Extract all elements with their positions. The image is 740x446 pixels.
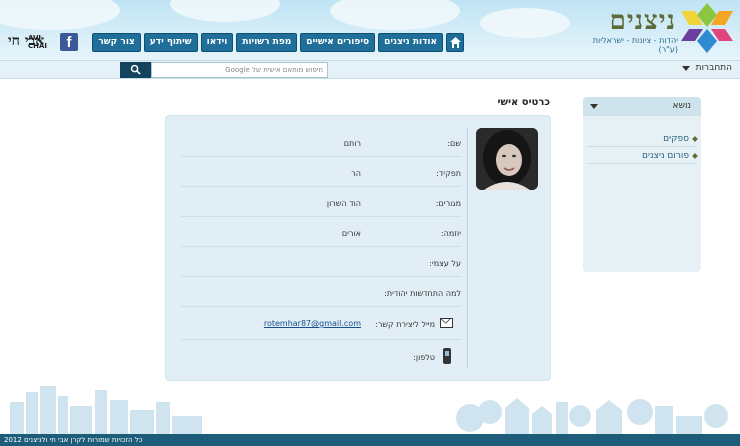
sidebar-item-label: ספקים	[663, 134, 689, 144]
avi-chai-english: AVI CHAI	[28, 34, 48, 50]
login-link[interactable]: התחברות	[696, 63, 732, 73]
field-label: תפקיד:	[436, 169, 461, 178]
page-title: כרטיס אישי	[497, 97, 550, 108]
skyline-decoration	[10, 386, 728, 434]
topic-dropdown[interactable]: נושא	[583, 97, 701, 116]
chevron-down-icon[interactable]	[682, 66, 690, 71]
copyright-text: כל הזכויות שמורות לקרן אבי חי ולניצנים 2…	[4, 436, 143, 444]
phone-icon	[443, 348, 451, 364]
search-button[interactable]	[120, 62, 151, 78]
field-label: שם:	[447, 139, 461, 148]
nav-contact[interactable]: צור קשר	[92, 33, 141, 52]
site-header: ניצנים יהדות - ציונות - ישראליות (ע"ר) א…	[0, 0, 740, 60]
topic-label: נושא	[672, 101, 691, 111]
envelope-icon	[440, 318, 453, 328]
main-nav: אודות ניצנים סיפורים אישיים מפת רשויות ו…	[92, 33, 464, 52]
field-row-residence: מגורים: הוד השרון	[180, 188, 461, 217]
nav-video[interactable]: וידאו	[200, 33, 234, 52]
logo-tagline: יהדות - ציונות - ישראליות (ע"ר)	[592, 36, 678, 54]
field-label: מייל ליצירת קשר:	[375, 320, 435, 329]
site-footer: כל הזכויות שמורות לקרן אבי חי ולניצנים 2…	[0, 434, 740, 446]
field-row-role: תפקיד: הר	[180, 158, 461, 187]
field-row-phone: טלפון:	[180, 340, 461, 370]
field-row-email: מייל ליצירת קשר: rotemhar87@gmail.com	[180, 308, 461, 340]
logo-wordmark[interactable]: ניצנים	[610, 6, 676, 36]
search-bar: חיפוש מותאם אישית של Google התחברות	[0, 60, 740, 79]
nav-knowledge-sharing[interactable]: שיתוף ידע	[143, 33, 198, 52]
field-row-name: שם: רותם	[180, 128, 461, 157]
cloud-decoration	[480, 8, 570, 38]
sidebar-item-suppliers[interactable]: ספקים	[587, 131, 698, 147]
field-value: אורים	[341, 229, 361, 238]
bullet-icon	[692, 153, 698, 159]
nitzanim-logo-icon[interactable]	[681, 3, 733, 53]
home-icon	[450, 37, 461, 48]
search-placeholder: חיפוש מותאם אישית של Google	[225, 66, 323, 74]
search-icon	[130, 64, 141, 75]
sidebar-item-label: פורום ניצנים	[642, 151, 689, 161]
cloud-decoration	[170, 0, 280, 22]
card-divider	[467, 128, 468, 368]
search-input[interactable]: חיפוש מותאם אישית של Google	[151, 62, 328, 78]
field-row-initiative: יוזמה: אורים	[180, 218, 461, 247]
avi-chai-logo[interactable]: אבי חי AVI CHAI	[8, 33, 54, 53]
nav-authorities-map[interactable]: מפת רשויות	[236, 33, 298, 52]
facebook-icon[interactable]: f	[60, 33, 78, 51]
chevron-down-icon	[590, 104, 598, 109]
cloud-decoration	[0, 0, 120, 30]
sidebar-item-forum[interactable]: פורום ניצנים	[587, 148, 698, 164]
home-button[interactable]	[446, 33, 464, 52]
nav-about[interactable]: אודות ניצנים	[378, 33, 443, 52]
email-link[interactable]: rotemhar87@gmail.com	[264, 319, 361, 328]
topic-sidebar: נושא ספקים פורום ניצנים	[583, 97, 701, 272]
nav-personal-stories[interactable]: סיפורים אישיים	[300, 33, 376, 52]
field-value: הר	[351, 169, 361, 178]
field-row-about: על עצמי:	[180, 248, 461, 277]
field-label: מגורים:	[435, 199, 461, 208]
field-label: למה התחדשות יהודית:	[384, 289, 461, 298]
field-label: על עצמי:	[429, 259, 461, 268]
field-value: הוד השרון	[326, 199, 361, 208]
cloud-decoration	[330, 0, 460, 30]
field-label: יוזמה:	[440, 229, 461, 238]
field-value: רותם	[343, 139, 361, 148]
avatar	[476, 128, 538, 190]
profile-photo	[476, 128, 538, 190]
field-row-jewish-renewal: למה התחדשות יהודית:	[180, 278, 461, 307]
field-label: טלפון:	[413, 353, 435, 362]
bullet-icon	[692, 136, 698, 142]
